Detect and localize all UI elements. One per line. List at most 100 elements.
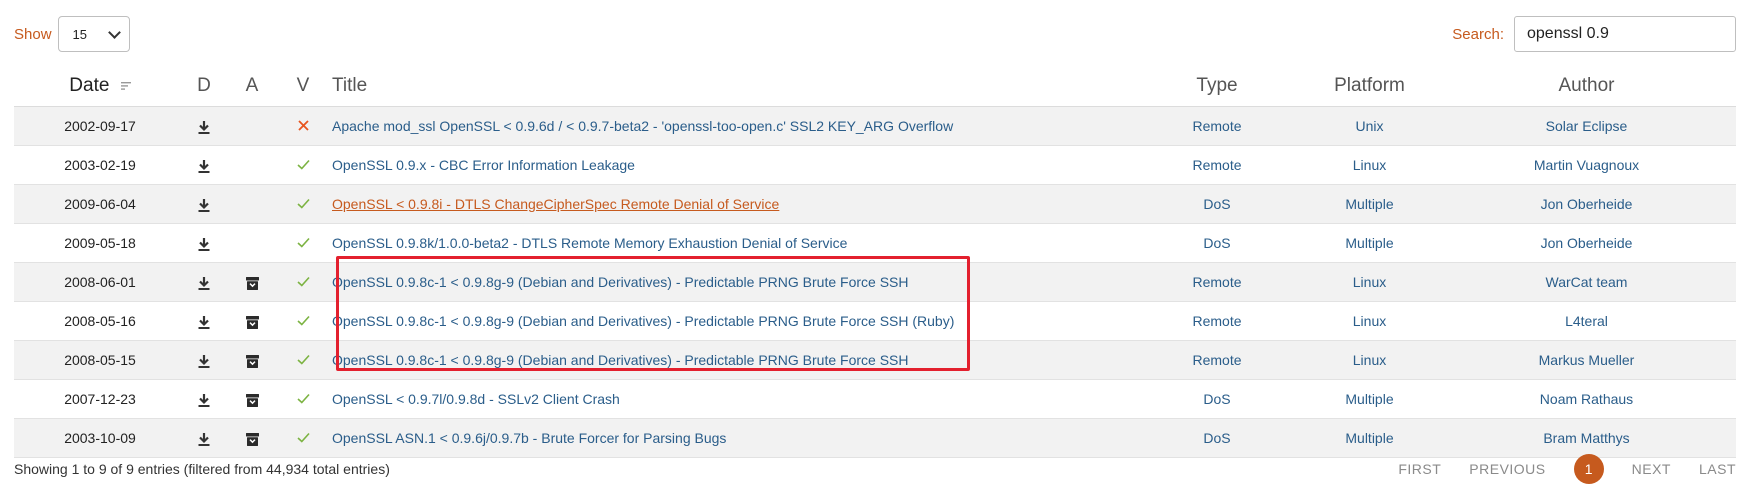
author-cell: Noam Rathaus — [1437, 379, 1736, 419]
author-cell: Markus Mueller — [1437, 340, 1736, 380]
column-header-date[interactable]: Date — [14, 66, 186, 107]
author-link[interactable]: WarCat team — [1546, 274, 1628, 290]
download-icon[interactable] — [198, 235, 210, 251]
next-page-button[interactable]: NEXT — [1632, 461, 1671, 477]
column-header-author[interactable]: Author — [1437, 66, 1736, 107]
author-link[interactable]: Martin Vuagnoux — [1534, 157, 1639, 173]
author-link[interactable]: Bram Matthys — [1543, 430, 1629, 446]
exploit-title-link[interactable]: OpenSSL < 0.9.8i - DTLS ChangeCipherSpec… — [332, 196, 779, 212]
platform-link[interactable]: Linux — [1353, 157, 1386, 173]
row-date: 2003-10-09 — [14, 418, 186, 458]
column-header-download[interactable]: D — [186, 66, 222, 107]
author-cell: Jon Oberheide — [1437, 184, 1736, 224]
download-icon[interactable] — [198, 352, 210, 368]
table-controls: Show 15 Search: openssl 0.9 — [0, 0, 1750, 70]
platform-link[interactable]: Multiple — [1345, 196, 1393, 212]
platform-cell: Linux — [1302, 340, 1437, 380]
download-cell — [186, 106, 222, 146]
platform-link[interactable]: Linux — [1353, 274, 1386, 290]
author-cell: L4teral — [1437, 301, 1736, 341]
verified-check-icon — [296, 196, 310, 212]
author-cell: Martin Vuagnoux — [1437, 145, 1736, 185]
author-cell: Solar Eclipse — [1437, 106, 1736, 146]
page-1-button[interactable]: 1 — [1573, 454, 1604, 484]
download-icon[interactable] — [198, 196, 210, 212]
table-row: 2002-09-17 Apache mod_ssl OpenSSL < 0.9.6… — [14, 106, 1736, 146]
verified-check-icon — [296, 313, 310, 329]
platform-link[interactable]: Multiple — [1345, 391, 1393, 407]
column-header-application[interactable]: A — [222, 66, 282, 107]
verified-cell — [282, 340, 324, 380]
platform-cell: Unix — [1302, 106, 1437, 146]
type-link[interactable]: DoS — [1203, 391, 1230, 407]
download-cell — [186, 223, 222, 263]
column-header-verified[interactable]: V — [282, 66, 324, 107]
verified-check-icon — [296, 274, 310, 290]
exploit-title-link[interactable]: OpenSSL < 0.9.7l/0.9.8d - SSLv2 Client C… — [332, 391, 620, 407]
first-page-button[interactable]: FIRST — [1398, 461, 1441, 477]
type-link[interactable]: Remote — [1192, 157, 1241, 173]
platform-link[interactable]: Multiple — [1345, 235, 1393, 251]
type-link[interactable]: DoS — [1203, 196, 1230, 212]
author-link[interactable]: Markus Mueller — [1539, 352, 1635, 368]
archive-download-icon[interactable] — [245, 391, 259, 407]
archive-download-icon[interactable] — [245, 430, 259, 446]
type-link[interactable]: Remote — [1192, 274, 1241, 290]
verified-check-icon — [296, 157, 310, 173]
sort-icon — [120, 81, 131, 90]
page-size-select[interactable]: 15 — [57, 16, 130, 52]
archive-download-icon[interactable] — [245, 313, 259, 329]
chevron-down-icon — [107, 25, 121, 39]
platform-link[interactable]: Unix — [1355, 118, 1383, 134]
row-date: 2008-05-16 — [14, 301, 186, 341]
column-header-type[interactable]: Type — [1132, 66, 1302, 107]
download-icon[interactable] — [198, 157, 210, 173]
download-icon[interactable] — [198, 430, 210, 446]
type-cell: DoS — [1132, 379, 1302, 419]
archive-download-icon[interactable] — [245, 352, 259, 368]
platform-link[interactable]: Linux — [1353, 313, 1386, 329]
last-page-button[interactable]: LAST — [1699, 461, 1736, 477]
exploit-title-link[interactable]: Apache mod_ssl OpenSSL < 0.9.6d / < 0.9.… — [332, 118, 953, 134]
application-cell — [222, 418, 282, 458]
author-link[interactable]: Noam Rathaus — [1540, 391, 1633, 407]
search-input[interactable]: openssl 0.9 — [1514, 16, 1736, 52]
type-link[interactable]: Remote — [1192, 118, 1241, 134]
type-cell: DoS — [1132, 418, 1302, 458]
platform-link[interactable]: Multiple — [1345, 430, 1393, 446]
verified-cell — [282, 418, 324, 458]
author-link[interactable]: Jon Oberheide — [1541, 196, 1633, 212]
type-link[interactable]: DoS — [1203, 430, 1230, 446]
type-link[interactable]: DoS — [1203, 235, 1230, 251]
application-cell — [222, 379, 282, 419]
type-cell: Remote — [1132, 145, 1302, 185]
title-cell: OpenSSL < 0.9.8i - DTLS ChangeCipherSpec… — [324, 184, 1132, 224]
application-cell — [222, 145, 282, 185]
platform-link[interactable]: Linux — [1353, 352, 1386, 368]
table-row: 2007-12-23 OpenSSL < 0.9.7l/0.9.8d - SSLv… — [14, 379, 1736, 419]
row-date: 2002-09-17 — [14, 106, 186, 146]
author-link[interactable]: L4teral — [1565, 313, 1608, 329]
exploit-title-link[interactable]: OpenSSL ASN.1 < 0.9.6j/0.9.7b - Brute Fo… — [332, 430, 726, 446]
download-icon[interactable] — [198, 118, 210, 134]
table-row: 2009-06-04 OpenSSL < 0.9.8i - DTLS Change… — [14, 184, 1736, 224]
exploit-title-link[interactable]: OpenSSL 0.9.8k/1.0.0-beta2 - DTLS Remote… — [332, 235, 847, 251]
download-icon[interactable] — [198, 274, 210, 290]
column-header-platform[interactable]: Platform — [1302, 66, 1437, 107]
type-link[interactable]: Remote — [1192, 313, 1241, 329]
row-date: 2003-02-19 — [14, 145, 186, 185]
column-header-title[interactable]: Title — [324, 66, 1132, 107]
download-icon[interactable] — [198, 313, 210, 329]
author-link[interactable]: Jon Oberheide — [1541, 235, 1633, 251]
author-link[interactable]: Solar Eclipse — [1546, 118, 1628, 134]
archive-download-icon[interactable] — [245, 274, 259, 290]
application-cell — [222, 184, 282, 224]
exploit-title-link[interactable]: OpenSSL 0.9.x - CBC Error Information Le… — [332, 157, 635, 173]
title-cell: Apache mod_ssl OpenSSL < 0.9.6d / < 0.9.… — [324, 106, 1132, 146]
row-date: 2009-06-04 — [14, 184, 186, 224]
type-link[interactable]: Remote — [1192, 352, 1241, 368]
previous-page-button[interactable]: PREVIOUS — [1469, 461, 1545, 477]
download-icon[interactable] — [198, 391, 210, 407]
verified-cell — [282, 106, 324, 146]
author-cell: Jon Oberheide — [1437, 223, 1736, 263]
